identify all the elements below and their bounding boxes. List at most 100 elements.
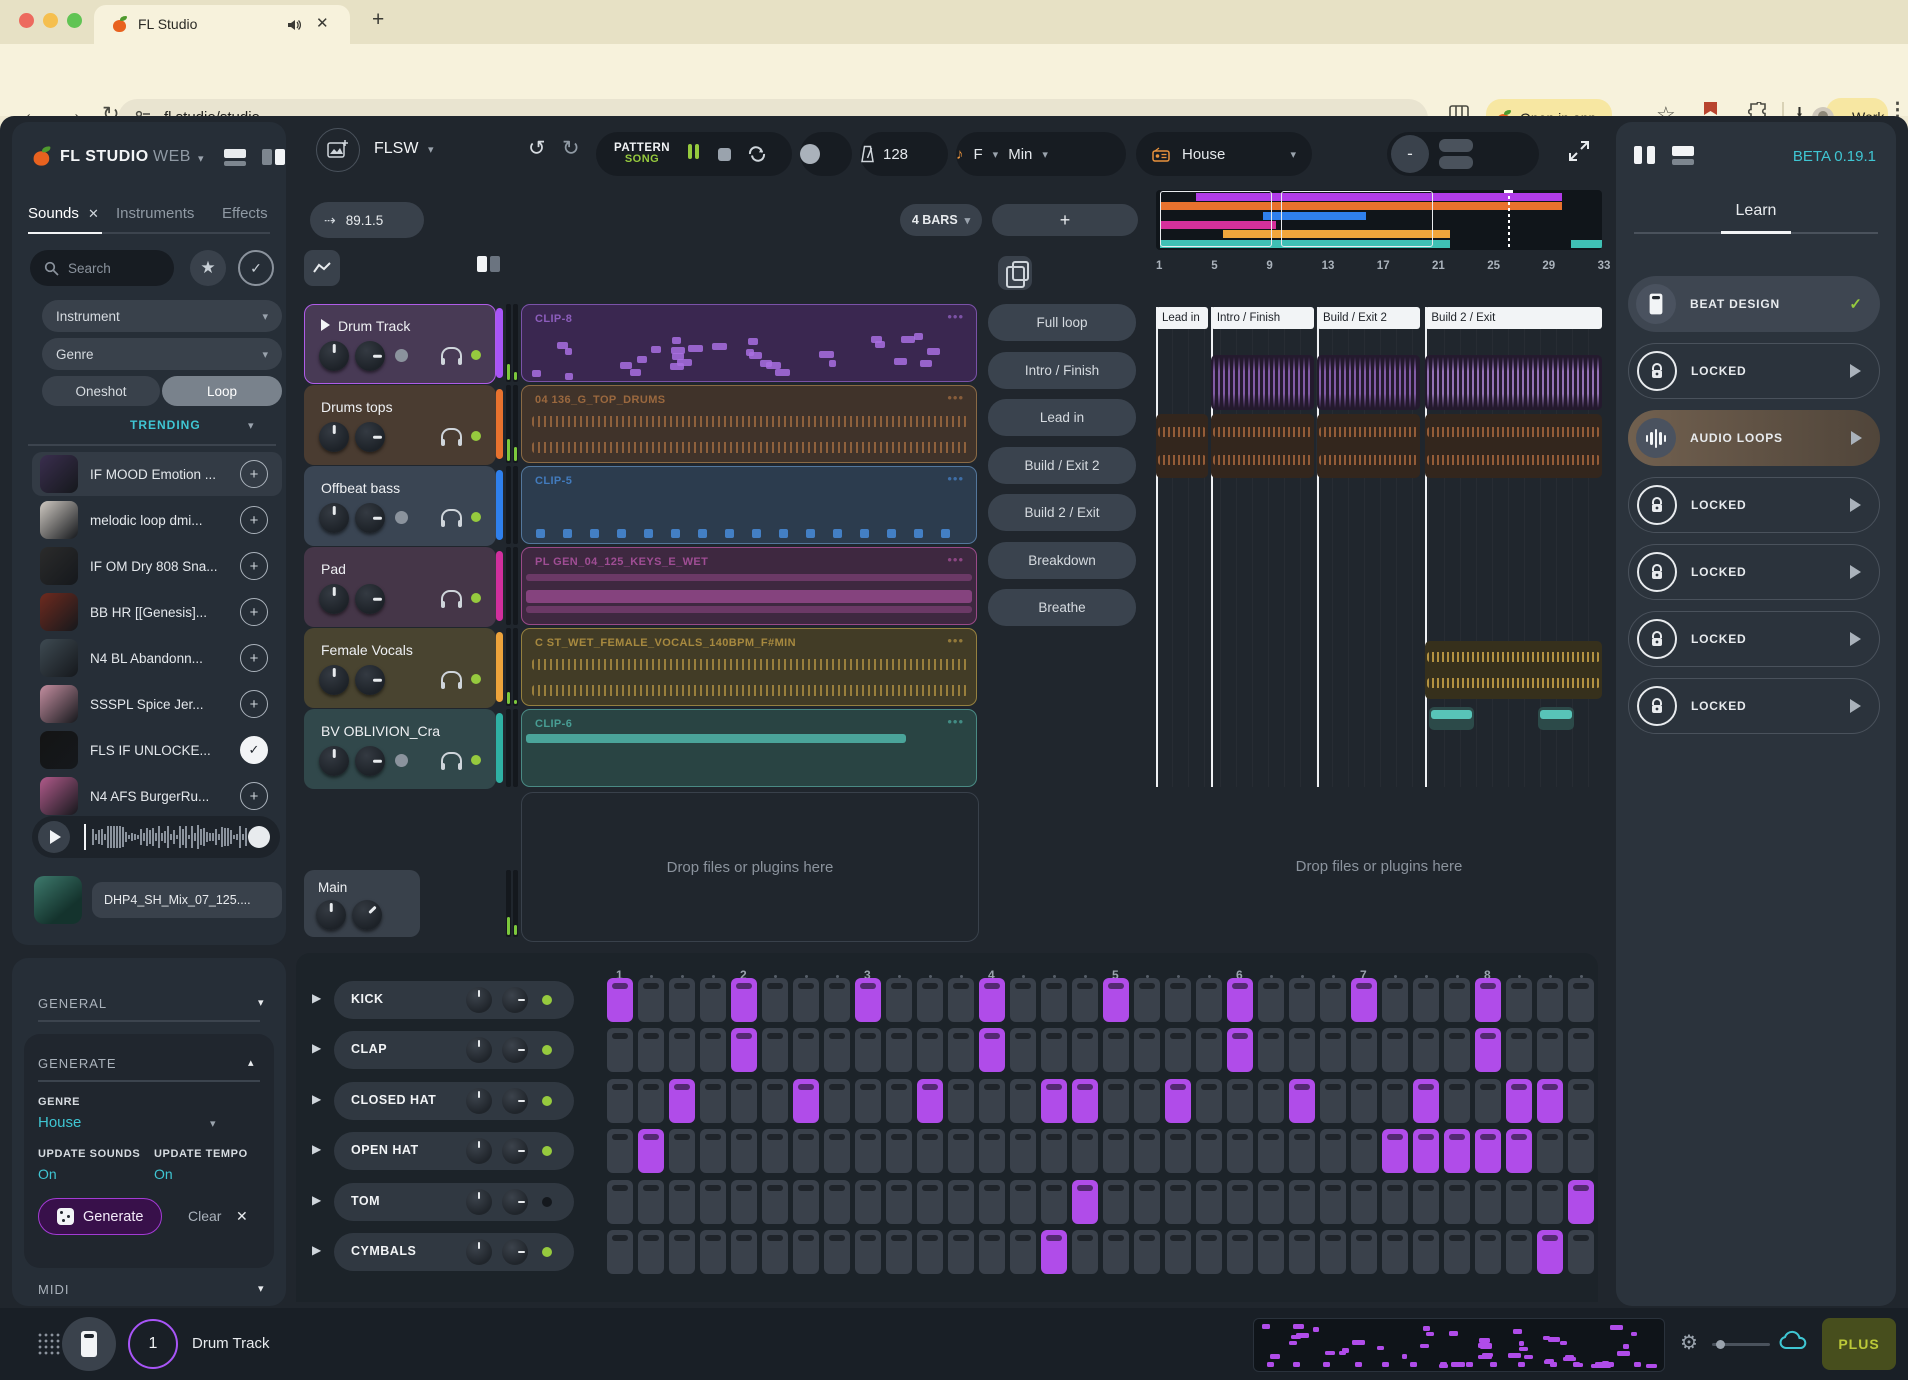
preview-volume-knob[interactable] xyxy=(248,826,270,848)
section-button-breakdown[interactable]: Breakdown xyxy=(988,542,1136,579)
step-clap-19[interactable] xyxy=(1165,1028,1191,1072)
channel-active-dot[interactable] xyxy=(471,512,481,522)
ruler-number[interactable]: 13 xyxy=(1322,260,1335,272)
headphones-icon[interactable] xyxy=(441,590,462,604)
row-expand-icon[interactable]: ▶ xyxy=(312,1092,321,1106)
channel-drum-track[interactable]: Drum Track xyxy=(304,304,496,384)
step-clap-18[interactable] xyxy=(1134,1028,1160,1072)
step-closed-hat-32[interactable] xyxy=(1568,1079,1594,1123)
step-tom-32[interactable] xyxy=(1568,1180,1594,1224)
layout-columns-icon[interactable] xyxy=(262,149,285,165)
step-tom-9[interactable] xyxy=(855,1180,881,1224)
gear-icon[interactable]: ⚙ xyxy=(1680,1330,1698,1355)
step-closed-hat-1[interactable] xyxy=(607,1079,633,1123)
genre-filter-dropdown[interactable]: Genre▾ xyxy=(42,338,282,370)
step-closed-hat-31[interactable] xyxy=(1537,1079,1563,1123)
sample-list-item[interactable]: N4 AFS BurgerRu...+ xyxy=(32,774,282,818)
pattern-clip[interactable]: CLIP-5••• xyxy=(521,466,977,544)
row-expand-icon[interactable]: ▶ xyxy=(312,1243,321,1257)
step-closed-hat-3[interactable] xyxy=(669,1079,695,1123)
step-clap-12[interactable] xyxy=(948,1028,974,1072)
add-sample-icon[interactable]: + xyxy=(240,644,268,672)
step-tom-16[interactable] xyxy=(1072,1180,1098,1224)
step-closed-hat-2[interactable] xyxy=(638,1079,664,1123)
ruler-number[interactable]: 1 xyxy=(1156,260,1162,272)
step-kick-22[interactable] xyxy=(1258,978,1284,1022)
step-clap-25[interactable] xyxy=(1351,1028,1377,1072)
playlist-minimap[interactable] xyxy=(1156,190,1602,250)
minimize-window-button[interactable] xyxy=(43,13,58,28)
section-button-build-2-exit[interactable]: Build 2 / Exit xyxy=(988,494,1136,531)
step-kick-7[interactable] xyxy=(793,978,819,1022)
plus-subscription-button[interactable]: PLUS xyxy=(1822,1318,1896,1370)
step-kick-17[interactable] xyxy=(1103,978,1129,1022)
new-tab-button[interactable]: + xyxy=(372,8,384,32)
step-cymbals-15[interactable] xyxy=(1041,1230,1067,1274)
step-tom-4[interactable] xyxy=(700,1180,726,1224)
ruler-number[interactable]: 33 xyxy=(1598,260,1611,272)
step-clap-20[interactable] xyxy=(1196,1028,1222,1072)
genre-pill[interactable]: House ▾ xyxy=(1136,132,1312,176)
step-clap-5[interactable] xyxy=(731,1028,757,1072)
step-clap-4[interactable] xyxy=(700,1028,726,1072)
step-clap-3[interactable] xyxy=(669,1028,695,1072)
step-kick-19[interactable] xyxy=(1165,978,1191,1022)
step-closed-hat-15[interactable] xyxy=(1041,1079,1067,1123)
play-icon[interactable] xyxy=(1850,498,1861,512)
step-closed-hat-12[interactable] xyxy=(948,1079,974,1123)
step-closed-hat-28[interactable] xyxy=(1444,1079,1470,1123)
tab-close-icon[interactable]: ✕ xyxy=(316,14,329,32)
zoom-out-knob[interactable]: - xyxy=(1391,135,1429,173)
step-clap-1[interactable] xyxy=(607,1028,633,1072)
step-kick-21[interactable] xyxy=(1227,978,1253,1022)
step-kick-13[interactable] xyxy=(979,978,1005,1022)
step-kick-30[interactable] xyxy=(1506,978,1532,1022)
add-sample-icon[interactable]: + xyxy=(240,506,268,534)
clear-close-icon[interactable]: ✕ xyxy=(236,1208,248,1225)
cloud-sync-icon[interactable] xyxy=(1778,1330,1808,1352)
added-check-icon[interactable]: ✓ xyxy=(240,736,268,764)
step-cymbals-17[interactable] xyxy=(1103,1230,1129,1274)
general-section-label[interactable]: GENERAL xyxy=(38,996,107,1011)
step-kick-2[interactable] xyxy=(638,978,664,1022)
playlist-section-tab[interactable]: Build / Exit 2 xyxy=(1317,307,1420,329)
step-cymbals-25[interactable] xyxy=(1351,1230,1377,1274)
update-tempo-value[interactable]: On xyxy=(154,1166,173,1182)
minimap-playhead[interactable] xyxy=(1508,190,1510,250)
step-cymbals-3[interactable] xyxy=(669,1230,695,1274)
clip-menu-icon[interactable]: ••• xyxy=(947,309,964,324)
step-cymbals-18[interactable] xyxy=(1134,1230,1160,1274)
sequencer-channel-tom[interactable]: TOM xyxy=(334,1183,574,1221)
loop-button[interactable] xyxy=(747,146,767,162)
headphones-icon[interactable] xyxy=(441,671,462,685)
learn-item-locked[interactable]: LOCKED xyxy=(1628,343,1880,399)
step-clap-21[interactable] xyxy=(1227,1028,1253,1072)
step-cymbals-7[interactable] xyxy=(793,1230,819,1274)
step-cymbals-1[interactable] xyxy=(607,1230,633,1274)
sequencer-channel-open-hat[interactable]: OPEN HAT xyxy=(334,1132,574,1170)
instrument-filter-dropdown[interactable]: Instrument▾ xyxy=(42,300,282,332)
clip-menu-icon[interactable]: ••• xyxy=(947,552,964,567)
step-open-hat-25[interactable] xyxy=(1351,1129,1377,1173)
learn-item-audio-loops[interactable]: AUDIO LOOPS xyxy=(1628,410,1880,466)
step-clap-24[interactable] xyxy=(1320,1028,1346,1072)
step-open-hat-20[interactable] xyxy=(1196,1129,1222,1173)
step-open-hat-31[interactable] xyxy=(1537,1129,1563,1173)
step-open-hat-1[interactable] xyxy=(607,1129,633,1173)
step-open-hat-28[interactable] xyxy=(1444,1129,1470,1173)
pattern-name[interactable]: Drum Track xyxy=(192,1335,270,1352)
step-closed-hat-27[interactable] xyxy=(1413,1079,1439,1123)
update-sounds-value[interactable]: On xyxy=(38,1166,57,1182)
step-open-hat-16[interactable] xyxy=(1072,1129,1098,1173)
sequencer-channel-closed-hat[interactable]: CLOSED HAT xyxy=(334,1082,574,1120)
step-cymbals-23[interactable] xyxy=(1289,1230,1315,1274)
step-tom-29[interactable] xyxy=(1475,1180,1501,1224)
sequencer-volume-knob[interactable] xyxy=(502,987,528,1013)
step-closed-hat-7[interactable] xyxy=(793,1079,819,1123)
channel-mod-dot[interactable] xyxy=(395,754,408,767)
generate-button[interactable]: Generate xyxy=(38,1198,162,1235)
fullscreen-icon[interactable] xyxy=(1566,138,1592,164)
step-open-hat-12[interactable] xyxy=(948,1129,974,1173)
step-cymbals-19[interactable] xyxy=(1165,1230,1191,1274)
sequencer-channel-dot[interactable] xyxy=(542,1146,552,1156)
